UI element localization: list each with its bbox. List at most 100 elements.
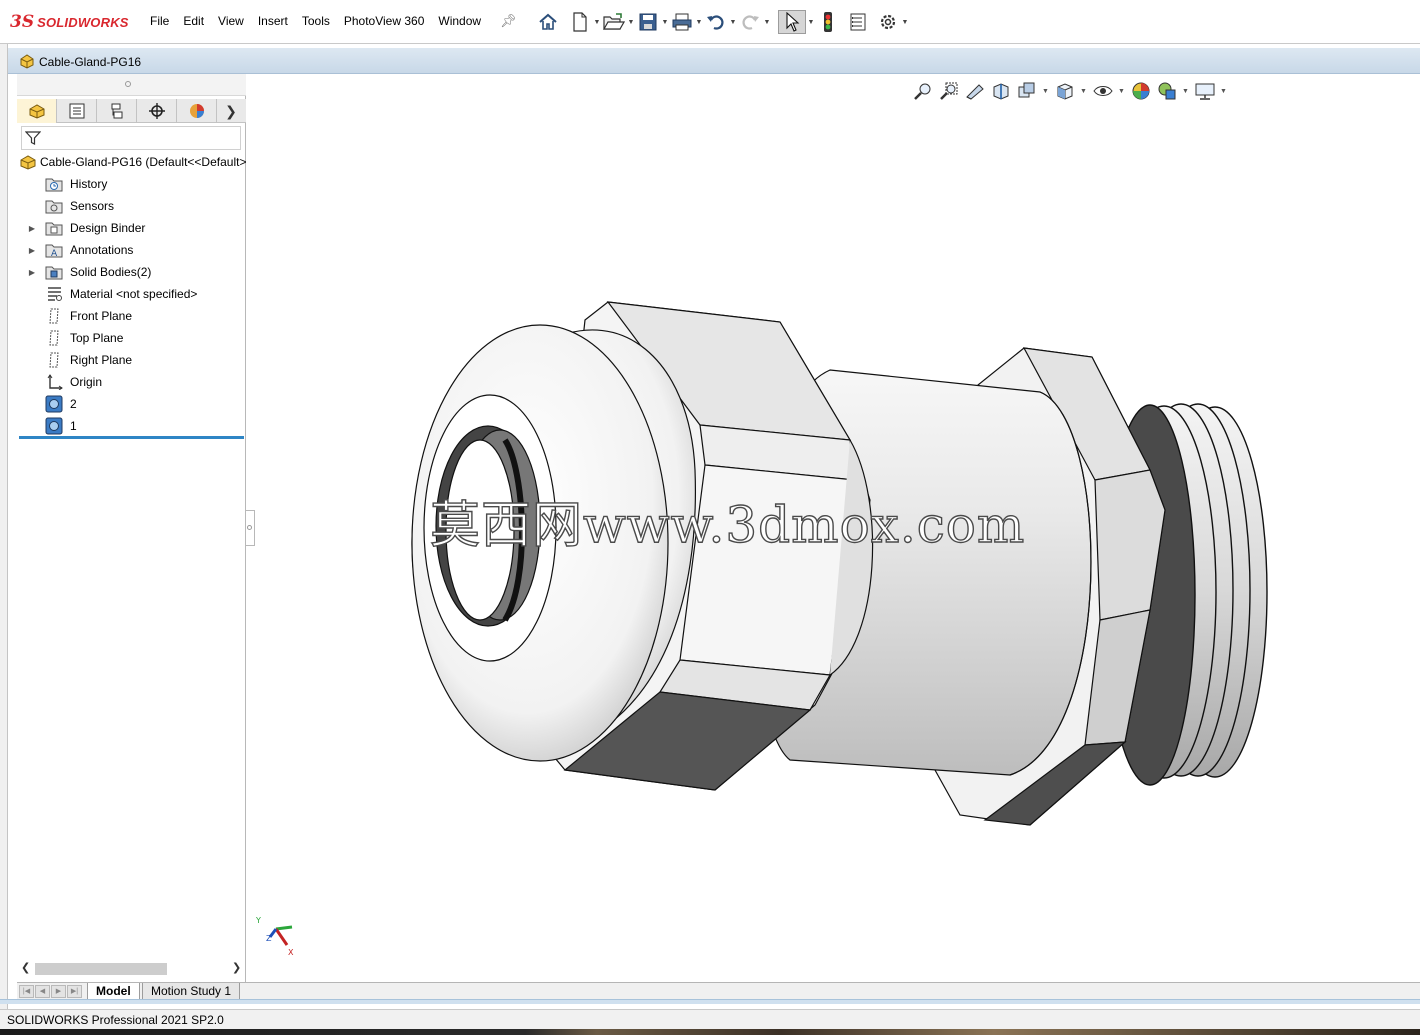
view-settings-dropdown-icon[interactable]: ▼ <box>1220 88 1230 95</box>
tree-item-top-plane[interactable]: Top Plane <box>17 327 246 349</box>
scene-dropdown-icon[interactable]: ▼ <box>1182 88 1192 95</box>
scroll-left-icon[interactable]: ❮ <box>21 961 30 974</box>
previous-view-icon[interactable] <box>964 80 986 102</box>
triad-z-label: Z <box>266 934 272 943</box>
open-folder-icon[interactable] <box>602 10 626 34</box>
origin-icon <box>43 373 65 391</box>
first-tab-icon[interactable]: |◀ <box>19 985 34 998</box>
select-arrow-icon[interactable] <box>778 10 806 34</box>
redo-dropdown-icon[interactable]: ▼ <box>762 10 772 34</box>
graphics-area[interactable]: ▼ ▼ ▼ ▼ ▼ 莫西网www.3dmox.com Y Z X <box>256 75 1420 981</box>
bottom-tab-bar: |◀ ◀ ▶ ▶| Model Motion Study 1 <box>17 982 1420 1000</box>
tree-item-body-1[interactable]: 1 <box>17 415 246 437</box>
plane-icon <box>43 329 65 347</box>
redo-icon[interactable] <box>738 10 762 34</box>
tree-item-annotations[interactable]: ▶ A Annotations <box>17 239 246 261</box>
svg-text:A: A <box>51 249 58 258</box>
tree-horizontal-scrollbar[interactable]: ❮ ❯ <box>21 961 243 977</box>
menu-photoview[interactable]: PhotoView 360 <box>344 14 425 28</box>
view-settings-icon[interactable] <box>1194 80 1216 102</box>
tab-model[interactable]: Model <box>87 983 140 1000</box>
reference-triad: Y Z X <box>256 916 294 957</box>
view-orientation-icon[interactable] <box>1054 80 1076 102</box>
status-bar: SOLIDWORKS Professional 2021 SP2.0 <box>0 1009 1420 1029</box>
tree-item-front-plane[interactable]: Front Plane <box>17 305 246 327</box>
tab-display-manager[interactable] <box>177 99 217 123</box>
view-orientation-dropdown-icon[interactable]: ▼ <box>1042 88 1052 95</box>
design-binder-icon <box>43 219 65 237</box>
imported-body-icon <box>43 395 65 413</box>
annotations-icon: A <box>43 241 65 259</box>
window-bottom-border <box>0 999 1420 1004</box>
watermark-text: 莫西网www.3dmox.com <box>429 495 1026 554</box>
home-icon[interactable] <box>536 10 560 34</box>
plane-icon <box>43 351 65 369</box>
tabs-more-icon[interactable]: ❯ <box>217 99 245 123</box>
hide-show-items-icon[interactable] <box>1092 80 1114 102</box>
next-tab-icon[interactable]: ▶ <box>51 985 66 998</box>
new-document-icon[interactable] <box>568 10 592 34</box>
tree-item-origin[interactable]: Origin <box>17 371 246 393</box>
sensors-folder-icon <box>43 197 65 215</box>
menu-file[interactable]: File <box>150 14 169 28</box>
filter-funnel-icon <box>25 131 41 145</box>
prev-tab-icon[interactable]: ◀ <box>35 985 50 998</box>
save-icon[interactable] <box>636 10 660 34</box>
tree-item-right-plane[interactable]: Right Plane <box>17 349 246 371</box>
tree-item-design-binder[interactable]: ▶ Design Binder <box>17 217 246 239</box>
options-dropdown-icon[interactable]: ▼ <box>900 10 910 34</box>
expand-arrow-icon[interactable]: ▶ <box>21 246 43 255</box>
save-dropdown-icon[interactable]: ▼ <box>660 10 670 34</box>
rollback-bar[interactable] <box>19 436 244 439</box>
tab-motion-study[interactable]: Motion Study 1 <box>142 983 241 1000</box>
tree-item-solid-bodies[interactable]: ▶ Solid Bodies(2) <box>17 261 246 283</box>
solidworks-logo[interactable]: 3S SOLIDWORKS <box>10 11 129 33</box>
edit-appearance-icon[interactable] <box>1130 80 1152 102</box>
scroll-right-icon[interactable]: ❯ <box>232 961 241 974</box>
display-style-dropdown-icon[interactable]: ▼ <box>1080 88 1090 95</box>
zoom-to-area-icon[interactable] <box>938 80 960 102</box>
document-title: Cable-Gland-PG16 <box>39 55 142 69</box>
menu-view[interactable]: View <box>218 14 244 28</box>
rebuild-traffic-light-icon[interactable] <box>816 10 840 34</box>
select-dropdown-icon[interactable]: ▼ <box>806 10 816 34</box>
tree-item-history[interactable]: History <box>17 173 246 195</box>
last-tab-icon[interactable]: ▶| <box>67 985 82 998</box>
panel-collapse-handle[interactable] <box>246 510 255 546</box>
dynamic-annotation-view-icon[interactable] <box>1016 80 1038 102</box>
menu-insert[interactable]: Insert <box>258 14 288 28</box>
menu-window[interactable]: Window <box>438 14 481 28</box>
pin-icon[interactable]: 📌︎ <box>500 13 517 29</box>
expand-arrow-icon[interactable]: ▶ <box>21 224 43 233</box>
undo-dropdown-icon[interactable]: ▼ <box>728 10 738 34</box>
tree-root-part[interactable]: Cable-Gland-PG16 (Default<<Default> <box>17 151 246 173</box>
tree-item-body-2[interactable]: 2 <box>17 393 246 415</box>
print-dropdown-icon[interactable]: ▼ <box>694 10 704 34</box>
print-icon[interactable] <box>670 10 694 34</box>
tree-item-sensors[interactable]: Sensors <box>17 195 246 217</box>
tab-dimxpert-manager[interactable] <box>137 99 177 123</box>
tab-property-manager[interactable] <box>57 99 97 123</box>
menu-tools[interactable]: Tools <box>302 14 330 28</box>
panel-grip[interactable] <box>17 74 246 96</box>
part-icon <box>19 153 37 171</box>
document-title-bar: Cable-Gland-PG16 <box>8 48 1420 74</box>
tab-feature-manager[interactable] <box>17 99 57 123</box>
section-view-icon[interactable] <box>990 80 1012 102</box>
undo-icon[interactable] <box>704 10 728 34</box>
hide-show-dropdown-icon[interactable]: ▼ <box>1118 88 1128 95</box>
zoom-to-fit-icon[interactable] <box>912 80 934 102</box>
window-left-edge <box>0 44 8 1009</box>
options-gear-icon[interactable] <box>876 10 900 34</box>
new-dropdown-icon[interactable]: ▼ <box>592 10 602 34</box>
feature-filter-input[interactable] <box>21 126 241 150</box>
scroll-thumb[interactable] <box>35 963 167 975</box>
expand-arrow-icon[interactable]: ▶ <box>21 268 43 277</box>
open-dropdown-icon[interactable]: ▼ <box>626 10 636 34</box>
file-properties-icon[interactable] <box>846 10 870 34</box>
tab-configuration-manager[interactable] <box>97 99 137 123</box>
apply-scene-icon[interactable] <box>1156 80 1178 102</box>
tree-item-material[interactable]: Material <not specified> <box>17 283 246 305</box>
menu-edit[interactable]: Edit <box>183 14 204 28</box>
logo-ds: 3S <box>10 12 35 32</box>
